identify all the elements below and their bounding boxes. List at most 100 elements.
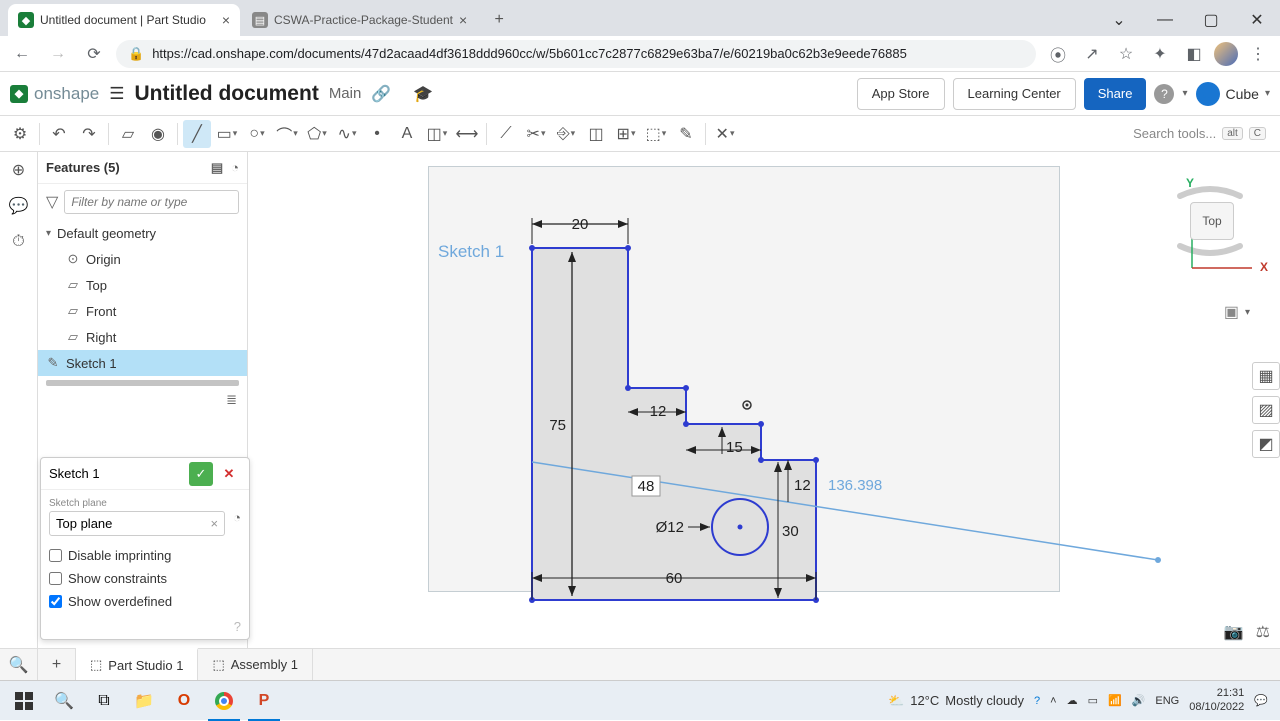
add-feature-icon[interactable]: ⊕ (7, 158, 31, 182)
dimension-tool[interactable]: ⟷ (453, 120, 481, 148)
browser-tab-active[interactable]: ◆ Untitled document | Part Studio × (8, 4, 240, 36)
close-window-button[interactable]: ✕ (1234, 4, 1280, 36)
browser-tab[interactable]: ▤ CSWA-Practice-Package-Student × (242, 4, 477, 36)
section-view-icon[interactable]: ◩ (1252, 430, 1280, 458)
share-page-icon[interactable]: ↗ (1078, 40, 1106, 68)
part-studio-tab[interactable]: ⬚ Part Studio 1 (76, 648, 198, 680)
file-explorer-icon[interactable]: 📁 (124, 681, 164, 721)
add-tab-button[interactable]: + (38, 649, 76, 680)
volume-icon[interactable]: 🔊 (1132, 694, 1146, 707)
help-tray-icon[interactable]: ? (1034, 695, 1040, 707)
close-tab-icon[interactable]: × (222, 12, 230, 28)
search-taskbar-icon[interactable]: 🔍 (44, 681, 84, 721)
trim-tool[interactable]: ✂▾ (522, 120, 550, 148)
learning-center-button[interactable]: Learning Center (953, 78, 1076, 110)
tab-search-icon[interactable]: 🔍 (0, 649, 38, 680)
redo-icon[interactable]: ↷ (75, 120, 103, 148)
assembly-tab[interactable]: ⬚ Assembly 1 (198, 649, 313, 680)
tray-chevron-icon[interactable]: ˄ (1050, 695, 1056, 707)
onedrive-icon[interactable]: ☁ (1067, 694, 1078, 707)
default-geometry-group[interactable]: ▾ Default geometry (38, 220, 247, 246)
side-panel-icon[interactable]: ◧ (1180, 40, 1208, 68)
user-menu[interactable]: 👤 Cube ▾ (1196, 82, 1271, 106)
share-button[interactable]: Share (1084, 78, 1147, 110)
new-tab-button[interactable]: + (485, 6, 513, 34)
point-tool[interactable]: • (363, 120, 391, 148)
battery-icon[interactable]: ▭ (1088, 694, 1098, 707)
history-icon[interactable]: ⏱ (7, 230, 31, 254)
chrome-menu-icon[interactable]: ⋮ (1244, 40, 1272, 68)
filter-icon[interactable]: ▽ (46, 192, 58, 212)
close-tab-icon[interactable]: × (459, 12, 467, 28)
doc-workspace[interactable]: Main (329, 85, 362, 102)
front-plane-item[interactable]: ▱ Front (38, 298, 247, 324)
search-tools[interactable]: Search tools... alt C (1125, 126, 1274, 141)
camera-icon[interactable]: 📷 (1224, 622, 1244, 642)
clock[interactable]: 21:31 08/10/2022 (1189, 687, 1244, 713)
show-overdefined-checkbox[interactable]: Show overdefined (41, 590, 249, 613)
line-tool[interactable]: ╱ (183, 120, 211, 148)
offset-tool[interactable]: ⎆▾ (552, 120, 580, 148)
text-tool[interactable]: A (393, 120, 421, 148)
top-plane-item[interactable]: ▱ Top (38, 272, 247, 298)
dialog-help-icon[interactable]: ? (234, 619, 241, 634)
extensions-icon[interactable]: ✦ (1146, 40, 1174, 68)
polygon-tool[interactable]: ⬠▾ (303, 120, 331, 148)
filter-input[interactable] (64, 190, 239, 214)
powerpoint-icon[interactable]: P (244, 681, 284, 721)
arc-tool[interactable]: ⌒▾ (273, 120, 301, 148)
clear-plane-icon[interactable]: × (211, 516, 219, 531)
task-view-icon[interactable]: ⧉ (84, 681, 124, 721)
measure-icon[interactable]: ⚖ (1256, 622, 1270, 642)
sketch-plane-field[interactable]: Top plane × (49, 511, 225, 536)
view-cube-face[interactable]: Top (1190, 202, 1234, 240)
configure-icon[interactable]: ⚙ (6, 120, 34, 148)
origin-item[interactable]: ⊙ Origin (38, 246, 247, 272)
spline-tool[interactable]: ∿▾ (333, 120, 361, 148)
language-indicator[interactable]: ENG (1155, 695, 1179, 707)
undo-icon[interactable]: ↶ (45, 120, 73, 148)
fillet-tool[interactable]: ⟋ (492, 120, 520, 148)
use-tool[interactable]: ◫▾ (423, 120, 451, 148)
hide-planes-icon[interactable]: ▦ (1252, 362, 1280, 390)
construction-tool[interactable]: ✎ (672, 120, 700, 148)
hide-sketches-icon[interactable]: ▨ (1252, 396, 1280, 424)
onshape-logo[interactable]: ◆ onshape (10, 84, 99, 104)
step-list-icon[interactable]: ≣ (38, 390, 247, 410)
forward-button[interactable]: → (44, 40, 72, 68)
chrome-icon[interactable] (204, 681, 244, 721)
cancel-button[interactable]: ✕ (217, 462, 241, 486)
reload-button[interactable]: ⟳ (80, 40, 108, 68)
disable-imprinting-checkbox[interactable]: Disable imprinting (41, 544, 249, 567)
graphics-canvas[interactable]: Sketch 1 20 (248, 152, 1280, 648)
chevron-down-icon[interactable]: ⌄ (1096, 4, 1142, 36)
right-plane-item[interactable]: ▱ Right (38, 324, 247, 350)
maximize-button[interactable]: ▢ (1188, 4, 1234, 36)
insert-icon[interactable]: ▤ (211, 160, 223, 176)
profile-avatar[interactable] (1214, 42, 1238, 66)
timer-icon[interactable]: ◔ (231, 160, 239, 176)
rollback-bar[interactable] (46, 380, 239, 386)
translate-icon[interactable]: ⦿ (1044, 40, 1072, 68)
weather-widget[interactable]: ⛅ 12°C Mostly cloudy (888, 693, 1024, 709)
show-constraints-checkbox[interactable]: Show constraints (41, 567, 249, 590)
notifications-icon[interactable]: 💬 (1254, 694, 1268, 707)
transform-tool[interactable]: ⬚▾ (642, 120, 670, 148)
sketch-feature-item[interactable]: ✎ Sketch 1 (38, 350, 247, 376)
extrude-icon[interactable]: ◉ (144, 120, 172, 148)
doc-title[interactable]: Untitled document (134, 82, 318, 106)
sketch-profile[interactable] (532, 248, 816, 600)
plane-picker-icon[interactable]: ◔ (233, 510, 241, 525)
mirror-tool[interactable]: ◫ (582, 120, 610, 148)
circle-tool[interactable]: ○▾ (243, 120, 271, 148)
url-input[interactable]: 🔒 https://cad.onshape.com/documents/47d2… (116, 40, 1036, 68)
constraint-tool[interactable]: ✕▾ (711, 120, 739, 148)
link-icon[interactable]: 🔗 (371, 84, 391, 104)
display-mode[interactable]: ▣▾ (1224, 302, 1250, 322)
view-cube[interactable]: Top Y X (1160, 172, 1260, 272)
office-icon[interactable]: O (164, 681, 204, 721)
minimize-button[interactable]: — (1142, 4, 1188, 36)
rectangle-tool[interactable]: ▭▾ (213, 120, 241, 148)
accept-button[interactable]: ✓ (189, 462, 213, 486)
app-store-button[interactable]: App Store (857, 78, 945, 110)
